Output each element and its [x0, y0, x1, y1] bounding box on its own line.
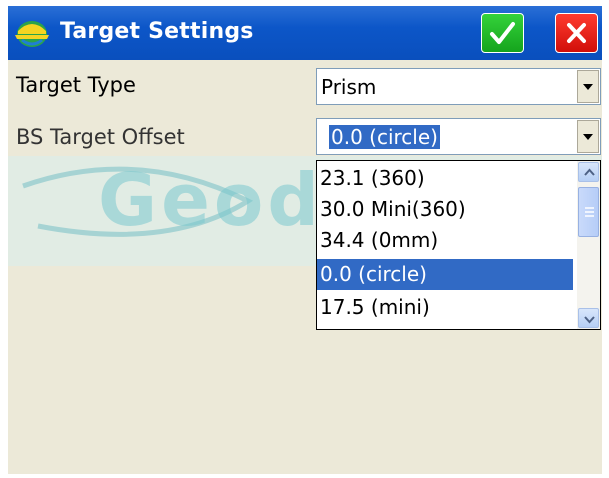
- grip-icon: [585, 207, 594, 217]
- bs-target-offset-label: BS Target Offset: [16, 125, 185, 149]
- cancel-button[interactable]: [555, 13, 598, 53]
- chevron-down-icon[interactable]: [577, 70, 599, 103]
- dropdown-option[interactable]: 17.5 (mini): [317, 292, 573, 323]
- survey-helmet-icon: [15, 21, 49, 47]
- window-title: Target Settings: [60, 19, 254, 44]
- chevron-down-icon[interactable]: [577, 120, 599, 153]
- offset-dropdown-list: 23.1 (360) 30.0 Mini(360) 34.4 (0mm) 0.0…: [316, 160, 601, 330]
- dropdown-option[interactable]: 34.4 (0mm): [317, 225, 573, 256]
- chevron-up-icon: [584, 168, 595, 176]
- target-type-label: Target Type: [16, 73, 136, 97]
- scroll-thumb[interactable]: [578, 187, 599, 237]
- dropdown-option[interactable]: 30.0 Mini(360): [317, 194, 573, 225]
- chevron-down-icon: [584, 316, 595, 324]
- bs-target-offset-value: 0.0 (circle): [329, 125, 440, 149]
- target-type-value: Prism: [321, 75, 377, 99]
- checkmark-icon: [490, 22, 515, 44]
- dropdown-option[interactable]: 23.1 (360): [317, 163, 573, 194]
- dropdown-option-selected[interactable]: 0.0 (circle): [317, 259, 573, 290]
- ok-button[interactable]: [481, 13, 524, 53]
- scroll-down-button[interactable]: [578, 308, 599, 328]
- target-type-select[interactable]: Prism: [316, 68, 601, 105]
- bs-target-offset-select[interactable]: 0.0 (circle): [316, 118, 601, 155]
- title-bar: Target Settings: [8, 6, 602, 60]
- scroll-up-button[interactable]: [578, 162, 599, 182]
- close-x-icon: [567, 23, 586, 43]
- target-settings-window: Target Settings Geodesical Target Type P…: [8, 6, 602, 474]
- dropdown-scrollbar[interactable]: [577, 161, 600, 329]
